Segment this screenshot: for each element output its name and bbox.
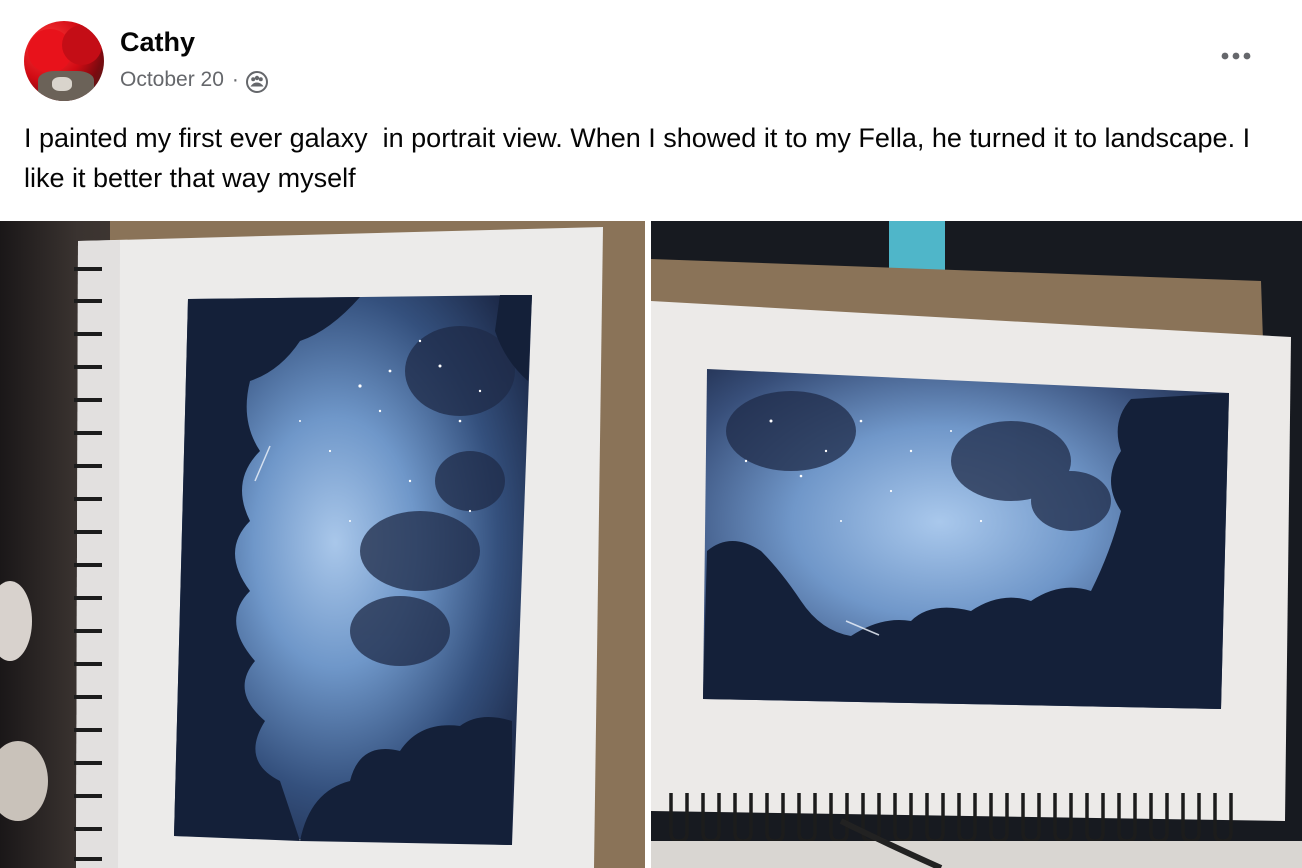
more-options-button[interactable] xyxy=(1212,40,1260,72)
post-header: Cathy October 20 · xyxy=(0,0,1302,110)
post-meta: October 20 · xyxy=(120,66,269,94)
post-card: Cathy October 20 · I painted my first ev… xyxy=(0,0,1302,868)
photo-galaxy-portrait[interactable] xyxy=(0,221,645,868)
post-date[interactable]: October 20 xyxy=(120,68,224,92)
avatar[interactable] xyxy=(24,21,104,101)
more-horizontal-icon xyxy=(1221,52,1251,60)
author-name[interactable]: Cathy xyxy=(120,26,195,58)
photo-grid xyxy=(0,221,1302,868)
meta-separator: · xyxy=(231,68,239,91)
post-text: I painted my first ever galaxy in portra… xyxy=(24,123,1258,193)
friends-group-icon[interactable] xyxy=(245,70,269,94)
photo-galaxy-landscape[interactable] xyxy=(651,221,1302,868)
